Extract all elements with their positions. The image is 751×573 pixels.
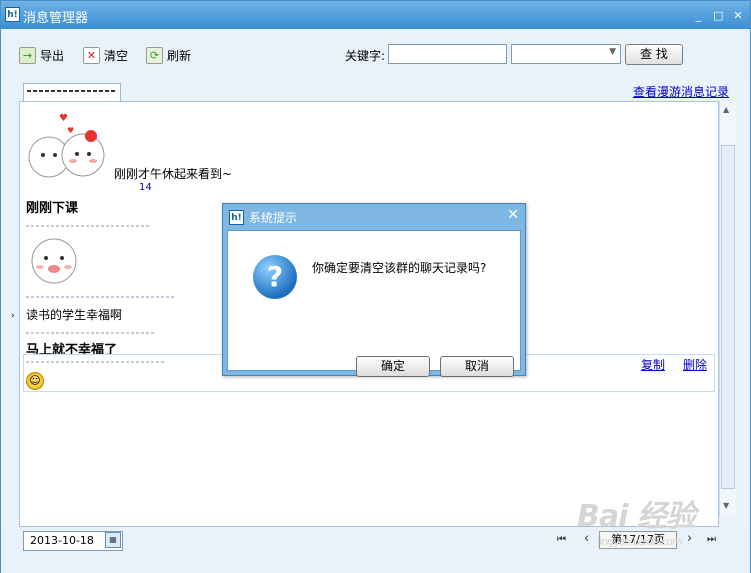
row-marker-icon: › — [11, 311, 15, 321]
maximize-icon[interactable]: □ — [712, 10, 724, 22]
vertical-scrollbar[interactable]: ▲ ▼ — [719, 101, 736, 517]
svg-text:♥: ♥ — [67, 126, 74, 135]
sender-line-obscured — [26, 332, 154, 334]
scroll-down-icon[interactable]: ▼ — [723, 501, 729, 510]
clear-x-icon: ✕ — [83, 46, 100, 64]
refresh-label: 刷新 — [167, 48, 192, 63]
keyword-label: 关键字: — [345, 49, 386, 63]
question-icon: ? — [253, 255, 297, 299]
watermark-text: Bai 经验 — [577, 499, 696, 534]
first-page-icon[interactable]: ⏮ — [557, 534, 566, 545]
keyword-input[interactable] — [388, 44, 507, 64]
cancel-button[interactable]: 取消 — [440, 356, 514, 377]
message-text: 读书的学生幸福啊 — [26, 308, 123, 322]
sender-line-obscured — [26, 225, 151, 227]
calendar-icon[interactable]: ▦ — [105, 532, 121, 548]
roaming-records-link[interactable]: 查看漫游消息记录 — [633, 83, 729, 100]
last-page-icon[interactable]: ⏭ — [707, 534, 716, 545]
app-logo-icon: h! — [229, 210, 244, 225]
cartoon-face-sticker — [31, 238, 77, 284]
tab-label-obscured — [27, 90, 115, 92]
minimize-icon[interactable]: _ — [692, 10, 704, 22]
message-number: 14 — [139, 182, 152, 193]
clear-label: 清空 — [104, 48, 129, 63]
smiley-emoji-icon: ☺ — [26, 372, 44, 390]
watermark-url: jingyan.baidu.com — [597, 535, 683, 548]
search-scope-dropdown[interactable]: ▼ — [511, 44, 621, 64]
cartoon-couple-sticker: ♥ ♥ — [28, 113, 105, 178]
scroll-up-icon[interactable]: ▲ — [723, 105, 729, 114]
scroll-thumb[interactable] — [721, 145, 735, 489]
watermark: Bai 经验 jingyan.baidu.com — [577, 491, 696, 548]
app-logo-icon: h! — [5, 7, 20, 22]
window-title: 消息管理器 — [23, 11, 89, 26]
message-manager-window: h! 消息管理器 _ □ ✕ → 导出 ✕ 清空 ⟳ 刷新 关键字: ▼ 查 找… — [0, 0, 751, 573]
svg-text:♥: ♥ — [59, 113, 68, 124]
export-label: 导出 — [40, 48, 65, 63]
dialog-message: 你确定要清空该群的聊天记录吗? — [312, 261, 487, 275]
confirm-dialog: h! 系统提示 ✕ ? 你确定要清空该群的聊天记录吗? 确定 取消 — [222, 203, 526, 377]
sender-line-obscured — [26, 296, 174, 298]
delete-link[interactable]: 删除 — [683, 356, 707, 373]
export-button[interactable]: → 导出 — [19, 45, 64, 65]
message-text: 刚刚才午休起来看到~ — [114, 167, 233, 181]
title-bar[interactable]: h! 消息管理器 _ □ ✕ — [1, 1, 750, 29]
dropdown-arrow-icon: ▼ — [609, 47, 616, 57]
dialog-body: ? 你确定要清空该群的聊天记录吗? 确定 取消 — [227, 230, 521, 377]
tab-current-chat[interactable] — [23, 83, 121, 101]
close-icon[interactable]: ✕ — [732, 10, 744, 22]
search-button[interactable]: 查 找 — [625, 44, 683, 65]
message-text-bold: 刚刚下课 — [26, 201, 79, 216]
dialog-close-icon[interactable]: ✕ — [507, 207, 519, 223]
dialog-title: 系统提示 — [249, 211, 298, 225]
copy-link[interactable]: 复制 — [641, 356, 665, 373]
clear-button[interactable]: ✕ 清空 — [83, 45, 128, 65]
refresh-button[interactable]: ⟳ 刷新 — [146, 45, 191, 65]
dialog-title-bar[interactable]: h! 系统提示 — [229, 209, 297, 226]
sender-line-obscured — [26, 361, 166, 363]
ok-button[interactable]: 确定 — [356, 356, 430, 377]
refresh-icon: ⟳ — [146, 46, 163, 64]
export-icon: → — [19, 46, 36, 64]
